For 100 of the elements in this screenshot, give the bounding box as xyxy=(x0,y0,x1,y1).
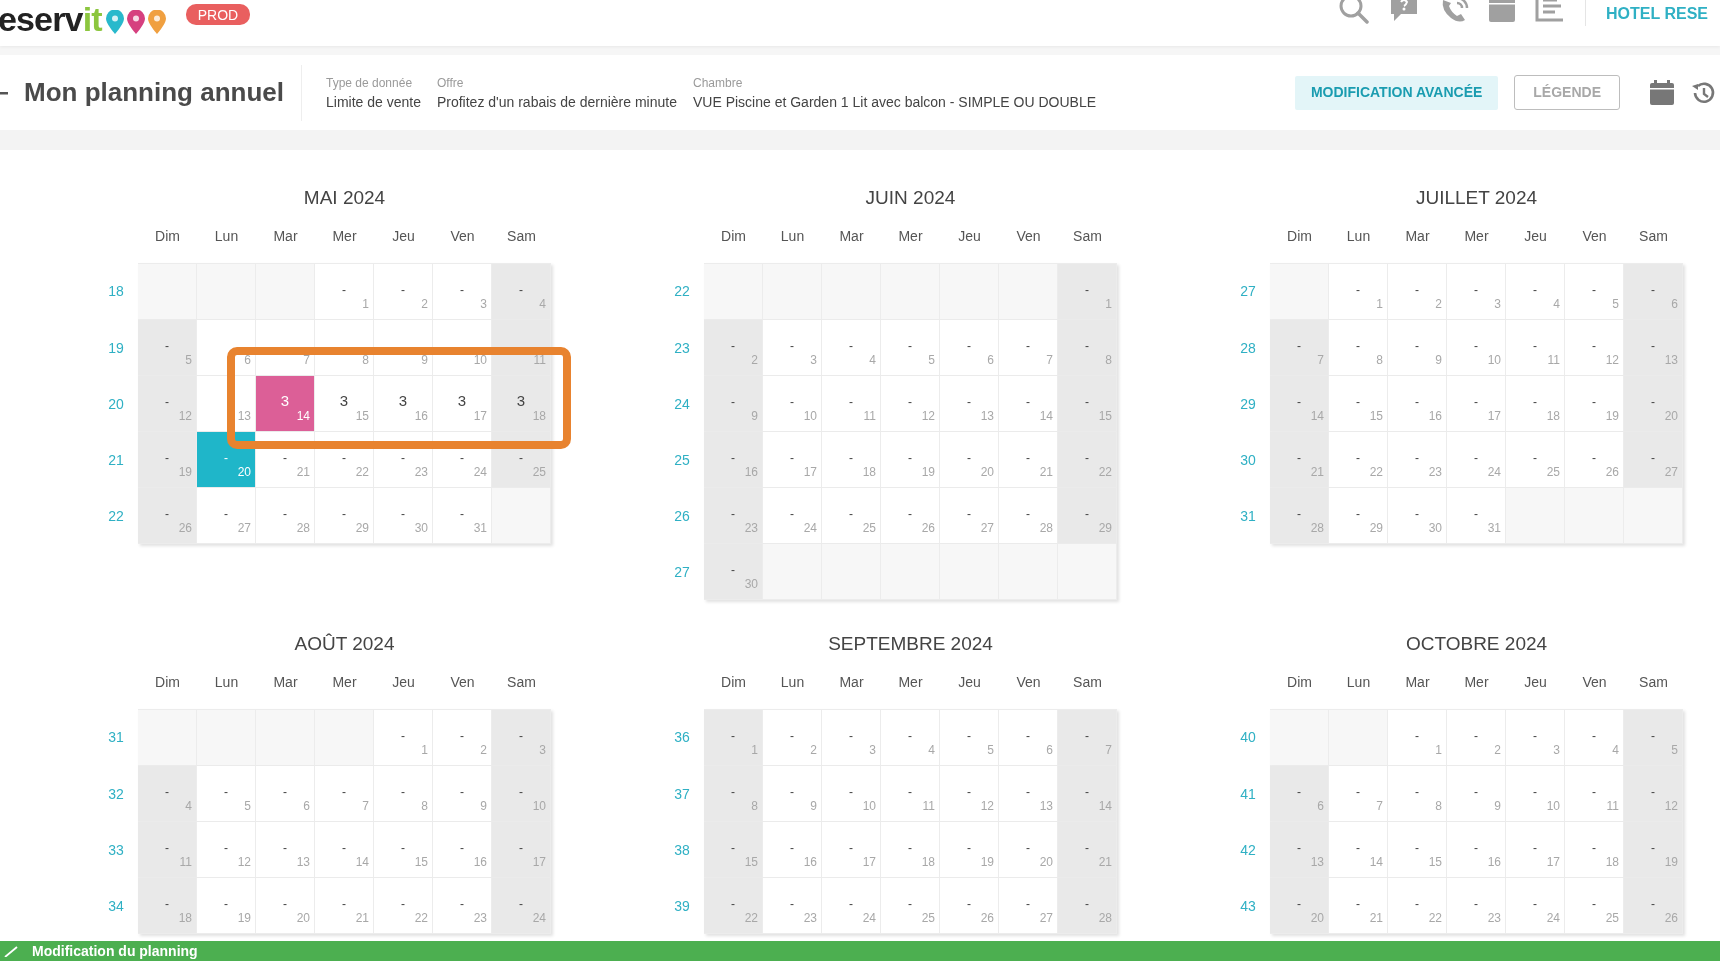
day-cell[interactable]: - 29 xyxy=(1058,488,1117,544)
day-cell[interactable]: - 12 xyxy=(1565,320,1624,376)
day-cell[interactable]: - 12 xyxy=(197,822,256,878)
day-cell[interactable]: - 25 xyxy=(822,488,881,544)
day-cell[interactable]: - 11 xyxy=(1506,320,1565,376)
day-cell[interactable]: - 14 xyxy=(1329,822,1388,878)
day-cell[interactable]: - 18 xyxy=(1506,376,1565,432)
day-cell[interactable]: - 10 xyxy=(763,376,822,432)
day-cell[interactable]: - 22 xyxy=(1329,432,1388,488)
day-cell[interactable]: - 5 xyxy=(1565,264,1624,320)
day-cell[interactable]: - 5 xyxy=(138,320,197,376)
day-cell[interactable]: - 23 xyxy=(1388,432,1447,488)
day-cell[interactable]: - 28 xyxy=(1270,488,1329,544)
day-cell[interactable]: - 4 xyxy=(492,264,551,320)
day-cell[interactable]: - 18 xyxy=(138,878,197,934)
day-cell[interactable]: - 5 xyxy=(197,766,256,822)
day-cell[interactable]: - 21 xyxy=(1058,822,1117,878)
day-cell[interactable]: - 5 xyxy=(881,320,940,376)
day-cell[interactable]: - 10 xyxy=(1506,766,1565,822)
day-cell[interactable]: - 30 xyxy=(374,488,433,544)
search-icon[interactable] xyxy=(1339,0,1370,24)
day-cell[interactable]: - 29 xyxy=(315,488,374,544)
day-cell[interactable]: - 13 xyxy=(1624,320,1683,376)
day-cell[interactable]: - 19 xyxy=(1624,822,1683,878)
day-cell[interactable]: - 22 xyxy=(374,878,433,934)
day-cell[interactable]: - 7 xyxy=(1329,766,1388,822)
day-cell[interactable]: - 7 xyxy=(999,320,1058,376)
day-cell[interactable]: 3 16 xyxy=(374,376,433,432)
day-cell[interactable]: - 2 xyxy=(374,264,433,320)
day-cell[interactable]: - 16 xyxy=(1388,376,1447,432)
day-cell[interactable]: - 9 xyxy=(433,766,492,822)
day-cell[interactable]: - 16 xyxy=(433,822,492,878)
day-cell[interactable]: - 18 xyxy=(1565,822,1624,878)
day-cell[interactable]: 3 15 xyxy=(315,376,374,432)
day-cell[interactable]: 3 17 xyxy=(433,376,492,432)
history-icon[interactable] xyxy=(1690,79,1716,106)
day-cell[interactable]: - 26 xyxy=(138,488,197,544)
day-cell[interactable]: - 18 xyxy=(822,432,881,488)
day-cell[interactable]: - 18 xyxy=(881,822,940,878)
day-cell[interactable]: - 15 xyxy=(704,822,763,878)
day-cell[interactable]: - 4 xyxy=(1506,264,1565,320)
day-cell[interactable]: - 8 xyxy=(704,766,763,822)
day-cell[interactable]: - 22 xyxy=(1388,878,1447,934)
day-cell[interactable]: - 10 xyxy=(492,766,551,822)
day-cell[interactable]: - 23 xyxy=(704,488,763,544)
day-cell[interactable]: - 31 xyxy=(1447,488,1506,544)
day-cell[interactable]: - 1 xyxy=(704,710,763,766)
day-cell[interactable]: - 19 xyxy=(940,822,999,878)
day-cell[interactable]: - 11 xyxy=(822,376,881,432)
day-cell[interactable]: - 24 xyxy=(822,878,881,934)
day-cell[interactable]: - 8 xyxy=(1058,320,1117,376)
day-cell[interactable]: - 27 xyxy=(197,488,256,544)
day-cell[interactable]: - 6 xyxy=(256,766,315,822)
day-cell[interactable]: - 5 xyxy=(1624,710,1683,766)
day-cell[interactable]: - 27 xyxy=(940,488,999,544)
day-cell[interactable]: - 20 xyxy=(1270,878,1329,934)
day-cell[interactable]: - 3 xyxy=(1506,710,1565,766)
day-cell[interactable]: - 23 xyxy=(763,878,822,934)
day-cell[interactable]: - 1 xyxy=(1329,264,1388,320)
day-cell[interactable]: - 28 xyxy=(999,488,1058,544)
day-cell[interactable]: - 6 xyxy=(999,710,1058,766)
day-cell[interactable]: - 26 xyxy=(940,878,999,934)
document-icon[interactable] xyxy=(1535,0,1566,22)
day-cell[interactable]: - 21 xyxy=(1270,432,1329,488)
day-cell[interactable]: - 7 xyxy=(1270,320,1329,376)
day-cell[interactable]: - 14 xyxy=(315,822,374,878)
day-cell[interactable]: - 20 xyxy=(999,822,1058,878)
day-cell[interactable]: - 21 xyxy=(1329,878,1388,934)
day-cell[interactable]: - 27 xyxy=(1624,432,1683,488)
day-cell[interactable]: - 11 xyxy=(138,822,197,878)
day-cell[interactable]: - 20 xyxy=(940,432,999,488)
day-cell[interactable]: - 29 xyxy=(1329,488,1388,544)
day-cell[interactable]: - 16 xyxy=(704,432,763,488)
day-cell[interactable]: - 26 xyxy=(881,488,940,544)
day-cell[interactable]: - 7 xyxy=(315,766,374,822)
day-cell[interactable]: - 12 xyxy=(940,766,999,822)
day-cell[interactable]: - 7 xyxy=(1058,710,1117,766)
day-cell[interactable]: - 8 xyxy=(1388,766,1447,822)
day-cell[interactable]: - 10 xyxy=(822,766,881,822)
day-cell[interactable]: - 4 xyxy=(1565,710,1624,766)
day-cell[interactable]: - 23 xyxy=(433,878,492,934)
day-cell[interactable]: - 1 xyxy=(1388,710,1447,766)
day-cell[interactable]: - 19 xyxy=(881,432,940,488)
day-cell[interactable]: - 17 xyxy=(492,822,551,878)
day-cell[interactable]: - 27 xyxy=(999,878,1058,934)
day-cell[interactable]: - 4 xyxy=(822,320,881,376)
day-cell[interactable]: - 6 xyxy=(1624,264,1683,320)
day-cell[interactable]: - 14 xyxy=(999,376,1058,432)
day-cell[interactable]: - 3 xyxy=(822,710,881,766)
day-cell[interactable]: - 25 xyxy=(881,878,940,934)
day-cell[interactable]: - 28 xyxy=(256,488,315,544)
day-cell[interactable]: - 24 xyxy=(1506,878,1565,934)
day-cell[interactable]: - 8 xyxy=(1329,320,1388,376)
day-cell[interactable]: - 15 xyxy=(374,822,433,878)
day-cell[interactable]: - 2 xyxy=(1388,264,1447,320)
day-cell[interactable]: - 4 xyxy=(881,710,940,766)
day-cell[interactable]: - 30 xyxy=(1388,488,1447,544)
day-cell[interactable]: - 12 xyxy=(1624,766,1683,822)
day-cell[interactable]: - 13 xyxy=(940,376,999,432)
day-cell[interactable]: - 19 xyxy=(138,432,197,488)
